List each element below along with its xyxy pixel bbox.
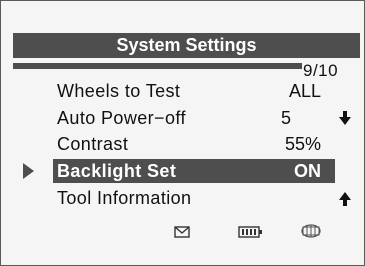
arrow-up-icon[interactable] bbox=[339, 192, 351, 206]
menu-item-value: ALL bbox=[288, 81, 321, 101]
device-screen: System Settings 9/10 Wheels to Test ALL … bbox=[0, 0, 365, 266]
menu-item-tool-information[interactable]: Tool Information bbox=[53, 186, 335, 210]
menu-item-contrast[interactable]: Contrast 55% bbox=[53, 132, 335, 156]
scroll-position-bar bbox=[13, 63, 302, 69]
menu-item-backlight-set[interactable]: Backlight Set ON bbox=[53, 159, 335, 183]
message-icon bbox=[174, 226, 190, 238]
menu-item-auto-power-off[interactable]: Auto Power−off 5 bbox=[53, 106, 335, 130]
menu-item-label: Auto Power−off bbox=[57, 108, 186, 128]
menu-item-label: Wheels to Test bbox=[57, 81, 181, 101]
battery-icon bbox=[238, 226, 262, 238]
tire-icon bbox=[301, 224, 321, 238]
menu-item-label: Contrast bbox=[57, 134, 129, 154]
page-indicator: 9/10 bbox=[303, 61, 339, 80]
menu-item-value: ON bbox=[294, 161, 321, 181]
title-bar: System Settings bbox=[13, 33, 360, 58]
page-title: System Settings bbox=[116, 35, 257, 55]
arrow-down-icon[interactable] bbox=[339, 111, 351, 125]
menu-item-label: Backlight Set bbox=[57, 161, 177, 181]
menu-item-value: 5 bbox=[280, 108, 291, 128]
menu-item-wheels-to-test[interactable]: Wheels to Test ALL bbox=[53, 79, 335, 103]
menu-item-label: Tool Information bbox=[57, 188, 192, 208]
menu-item-value: 55% bbox=[284, 134, 321, 154]
selection-pointer-icon bbox=[23, 163, 34, 179]
